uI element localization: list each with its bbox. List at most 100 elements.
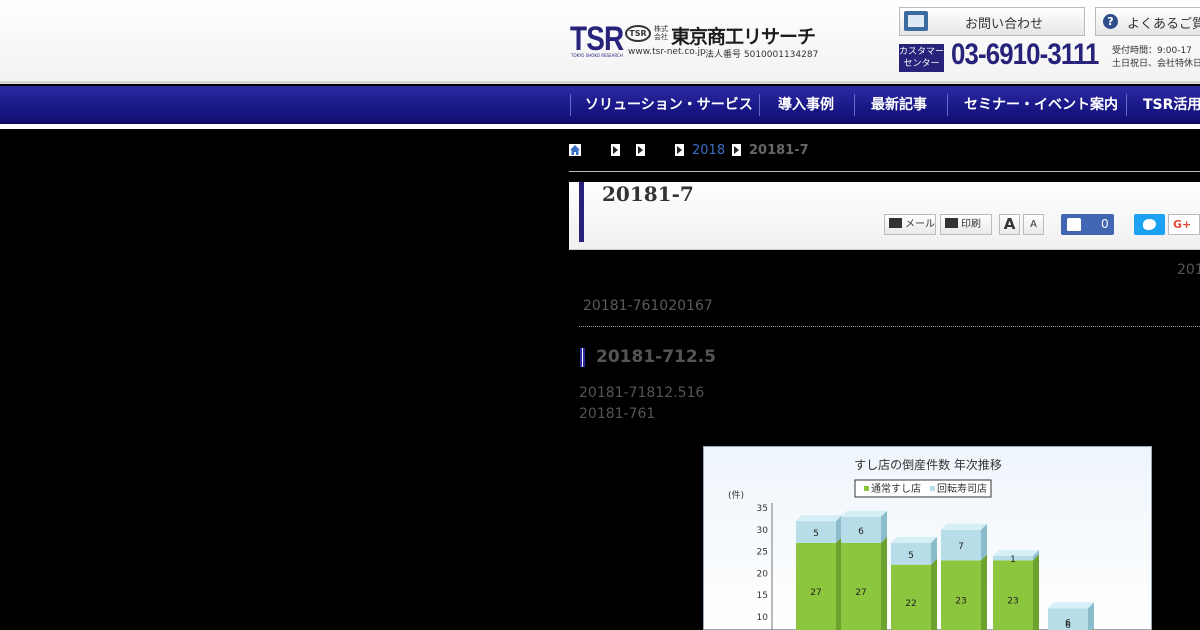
breadcrumb-chevron-icon (732, 144, 741, 156)
legend-swatch (864, 486, 869, 491)
data-label-regular: 23 (955, 597, 966, 607)
facebook-like-button[interactable]: 0 (1061, 214, 1114, 235)
lead-divider (579, 326, 1200, 327)
breadcrumb-chevron-icon (675, 144, 684, 156)
legend-label: 通常すし店 (871, 482, 921, 495)
data-label-conveyor: 5 (908, 551, 914, 561)
hours-line-2: 土日祝日、会社特休日 (1112, 59, 1200, 69)
bar-regular-sushi (796, 542, 836, 630)
page: TSR TOKYO SHOKO RESEARCH TSR 株式 会社 東京商工リ… (0, 0, 1200, 630)
article-title: 20181-7 (602, 182, 694, 206)
data-label-conveyor: 7 (958, 542, 964, 552)
bar-top-face (891, 536, 937, 543)
bar-regular-sushi-side (881, 536, 887, 630)
data-label-regular: 23 (1007, 597, 1018, 607)
google-plus-share-button[interactable]: G+ (1168, 214, 1200, 235)
chart-svg: すし店の倒産件数 年次推移通常すし店 回転寿司店(件)10152025303552… (728, 457, 1094, 630)
data-label-conveyor: 1 (1010, 555, 1016, 565)
bar-regular-sushi (841, 542, 881, 630)
body-paragraph-1: 20181-71812.516 (579, 385, 705, 401)
chart-title: すし店の倒産件数 年次推移 (854, 457, 1002, 472)
bar-top-face (1048, 602, 1094, 609)
breadcrumb-link-year[interactable]: 2018 (692, 143, 725, 158)
y-tick-label: 30 (757, 526, 769, 536)
breadcrumb-chevron-icon (611, 144, 620, 156)
bar-top-face (993, 549, 1039, 556)
faq-button-label: よくあるご質 (1127, 17, 1200, 32)
nav-separator (759, 94, 760, 116)
nav-separator (854, 94, 855, 116)
breadcrumb-chevron-icon (636, 144, 645, 156)
breadcrumb-divider (569, 171, 1200, 172)
article-date: 201 (1177, 262, 1200, 278)
data-label-regular: 6 (1065, 621, 1071, 630)
legend-swatch (930, 486, 935, 491)
thumbs-up-icon (1067, 218, 1081, 231)
y-tick-label: 35 (757, 504, 768, 514)
business-hours: 受付時間：9:00-17 土日祝日、会社特休日 (1112, 45, 1200, 71)
body-paragraph-2: 20181-761 (579, 406, 656, 422)
hours-line-1: 受付時間：9:00-17 (1112, 46, 1192, 56)
twitter-share-button[interactable] (1134, 214, 1165, 235)
faq-button[interactable]: ? よくあるご質 (1095, 7, 1200, 36)
site-header: TSR TOKYO SHOKO RESEARCH TSR 株式 会社 東京商工リ… (0, 0, 1200, 84)
font-size-large-button[interactable]: A (999, 214, 1020, 235)
contact-button-label: お問い合わせ (965, 17, 1044, 32)
envelope-icon (889, 218, 902, 228)
site-url: www.tsr-net.co.jp (628, 47, 706, 57)
customer-center-badge: カスタマー センター (899, 44, 944, 72)
company-emblem-icon: TSR (625, 25, 651, 42)
y-tick-label: 10 (757, 613, 769, 623)
bar-regular-sushi (993, 560, 1033, 630)
title-accent-bar (579, 182, 584, 242)
data-label-conveyor: 6 (858, 527, 864, 537)
corporate-number: 法人番号 5010001134287 (705, 50, 819, 60)
bar-regular-sushi (891, 564, 931, 630)
font-size-small-button[interactable]: A (1023, 214, 1044, 235)
legend-label: 回転寿司店 (937, 482, 987, 495)
phone-number[interactable]: 03-6910-3111 (951, 38, 1099, 72)
kabushiki-label: 株式 会社 (654, 25, 668, 41)
nav-item-latest-articles[interactable]: 最新記事 (871, 86, 927, 124)
nav-item-tsr-usage[interactable]: TSR活用 (1143, 86, 1200, 124)
nav-separator (570, 94, 571, 116)
mail-button-label: メール (905, 219, 935, 230)
nav-separator (947, 94, 948, 116)
mail-button[interactable]: メール (884, 214, 936, 235)
print-button[interactable]: 印刷 (940, 214, 992, 235)
tsr-logo-subtext: TOKYO SHOKO RESEARCH (571, 53, 623, 58)
bar-top-face (941, 523, 987, 530)
y-tick-label: 20 (757, 569, 769, 579)
nav-item-seminars[interactable]: セミナー・イベント案内 (964, 86, 1118, 124)
data-label-conveyor: 5 (813, 529, 819, 539)
print-button-label: 印刷 (961, 219, 981, 230)
chart-unit-label: (件) (728, 489, 744, 501)
home-icon[interactable] (569, 144, 581, 156)
data-label-regular: 27 (810, 588, 821, 598)
y-tick-label: 15 (757, 591, 768, 601)
like-count: 0 (1101, 217, 1109, 231)
bar-regular-sushi (941, 560, 981, 630)
nav-item-solutions[interactable]: ソリューション・サービス (585, 86, 753, 124)
bar-top-face (796, 515, 842, 522)
company-name[interactable]: 東京商工リサーチ (671, 22, 816, 49)
data-label-regular: 27 (855, 588, 866, 598)
bar-regular-sushi-side (1033, 554, 1039, 630)
bar-regular-sushi-side (931, 558, 937, 630)
question-icon: ? (1103, 14, 1118, 29)
bar-top-face (841, 510, 887, 517)
breadcrumb-current: 20181-7 (749, 143, 809, 158)
sushi-bankruptcy-chart: すし店の倒産件数 年次推移 通常すし店 回転寿司店 (件) 10 15 20 25 30 35 5 2… (703, 446, 1152, 630)
section-heading: 20181-712.5 (596, 347, 716, 367)
nav-bottom-strip (0, 124, 1200, 129)
nav-item-case-studies[interactable]: 導入事例 (778, 86, 834, 124)
contact-button[interactable]: お問い合わせ (899, 7, 1085, 36)
printer-icon (945, 218, 958, 228)
contact-form-icon (904, 11, 928, 31)
nav-separator (1126, 94, 1127, 116)
global-nav: ソリューション・サービス 導入事例 最新記事 セミナー・イベント案内 TSR活用 (0, 86, 1200, 124)
y-tick-label: 25 (757, 548, 768, 558)
heading-accent-bar (580, 348, 585, 367)
article-lead: 20181-761020167 (583, 298, 713, 314)
bar-conveyor-sushi-side (981, 523, 987, 561)
